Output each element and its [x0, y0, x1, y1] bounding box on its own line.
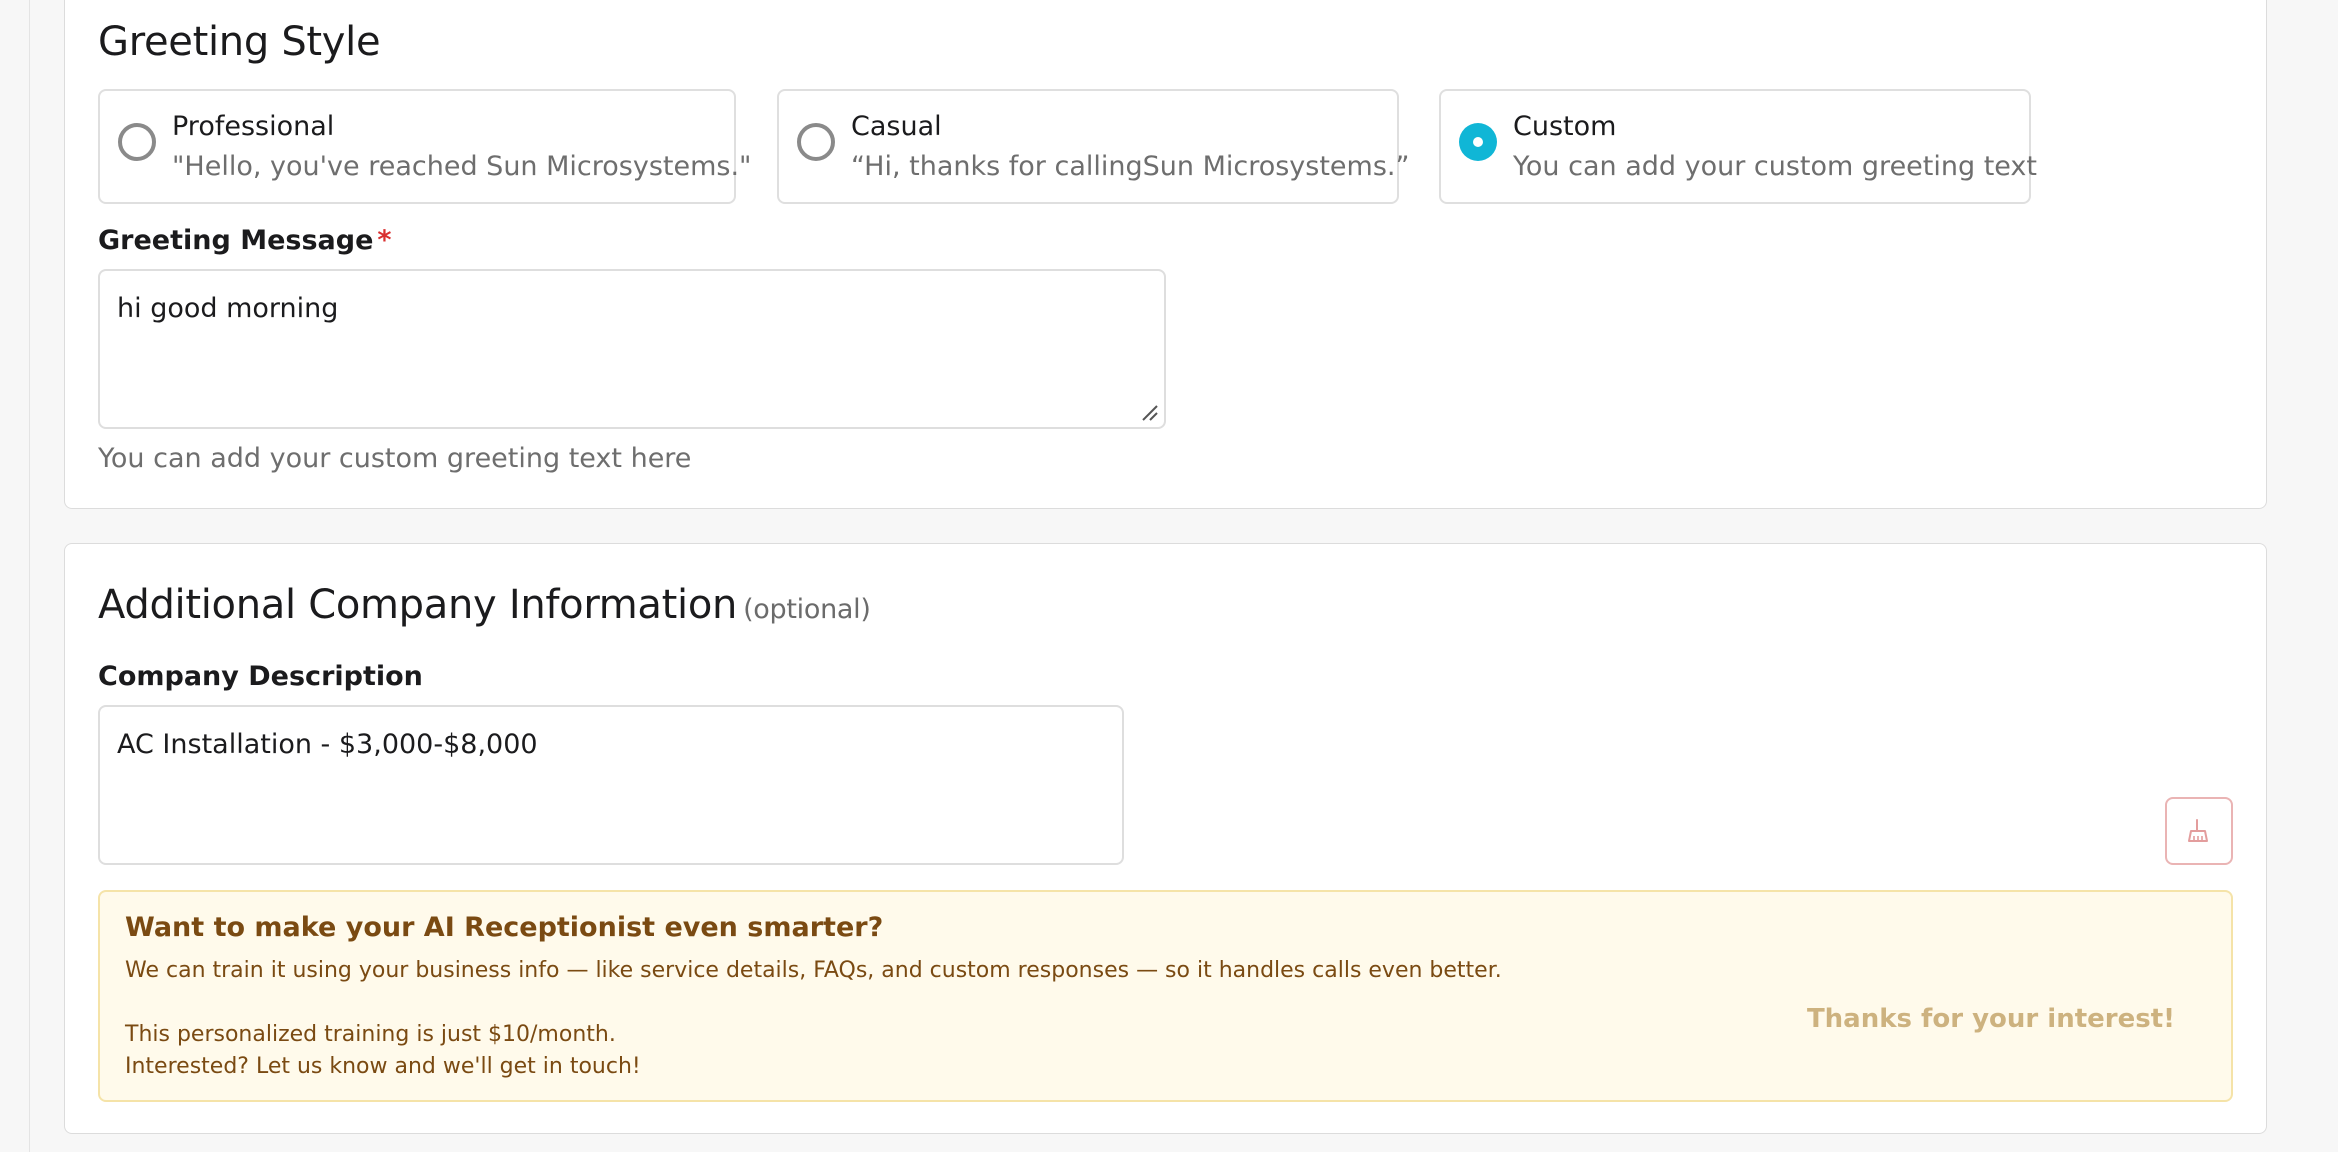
radio-option-custom[interactable]: Custom You can add your custom greeting … [1439, 89, 2037, 204]
promo-cta-text: Interested? Let us know and we'll get in… [125, 1054, 641, 1079]
radio-label-professional: Professional [172, 111, 335, 142]
resize-handle-icon[interactable] [1140, 403, 1158, 421]
radio-description-professional: "Hello, you've reached Sun Microsystems.… [172, 151, 752, 182]
company-info-title: Additional Company Information (optional) [98, 582, 871, 628]
company-info-card: Additional Company Information (optional)… [64, 543, 2267, 1134]
radio-description-custom: You can add your custom greeting text [1513, 151, 2037, 182]
greeting-message-textarea[interactable]: hi good morning [98, 269, 1166, 429]
broom-icon [2188, 819, 2208, 842]
clear-description-button[interactable] [2165, 797, 2233, 865]
greeting-message-label: Greeting Message * [98, 225, 392, 256]
radio-label-casual: Casual [851, 111, 942, 142]
greeting-message-label-text: Greeting Message [98, 225, 374, 256]
radio-description-casual: “Hi, thanks for callingSun Microsystems.… [851, 151, 1410, 182]
radio-label-custom: Custom [1513, 111, 1617, 142]
company-info-title-text: Additional Company Information [98, 582, 738, 628]
promo-description: We can train it using your business info… [125, 958, 1502, 983]
greeting-style-card: Greeting Style Professional "Hello, you'… [64, 0, 2267, 509]
left-rail [0, 0, 30, 1152]
radio-button-custom[interactable] [1459, 123, 1497, 161]
promo-title: Want to make your AI Receptionist even s… [125, 912, 884, 943]
radio-button-professional[interactable] [118, 123, 156, 161]
radio-option-professional[interactable]: Professional "Hello, you've reached Sun … [98, 89, 751, 204]
promo-thanks-status: Thanks for your interest! [1806, 1004, 2175, 1034]
greeting-helper-text: You can add your custom greeting text he… [98, 443, 692, 474]
greeting-style-title: Greeting Style [98, 19, 381, 65]
required-marker: * [377, 225, 392, 256]
company-description-label: Company Description [98, 661, 423, 692]
company-description-value: AC Installation - $3,000-$8,000 [117, 729, 538, 760]
smart-receptionist-promo: Want to make your AI Receptionist even s… [98, 890, 2233, 1102]
radio-button-casual[interactable] [797, 123, 835, 161]
radio-option-casual[interactable]: Casual “Hi, thanks for callingSun Micros… [777, 89, 1409, 204]
company-description-textarea[interactable]: AC Installation - $3,000-$8,000 [98, 705, 1124, 865]
greeting-message-value: hi good morning [117, 293, 339, 324]
promo-price: This personalized training is just $10/m… [125, 1022, 616, 1047]
optional-tag: (optional) [743, 594, 871, 625]
